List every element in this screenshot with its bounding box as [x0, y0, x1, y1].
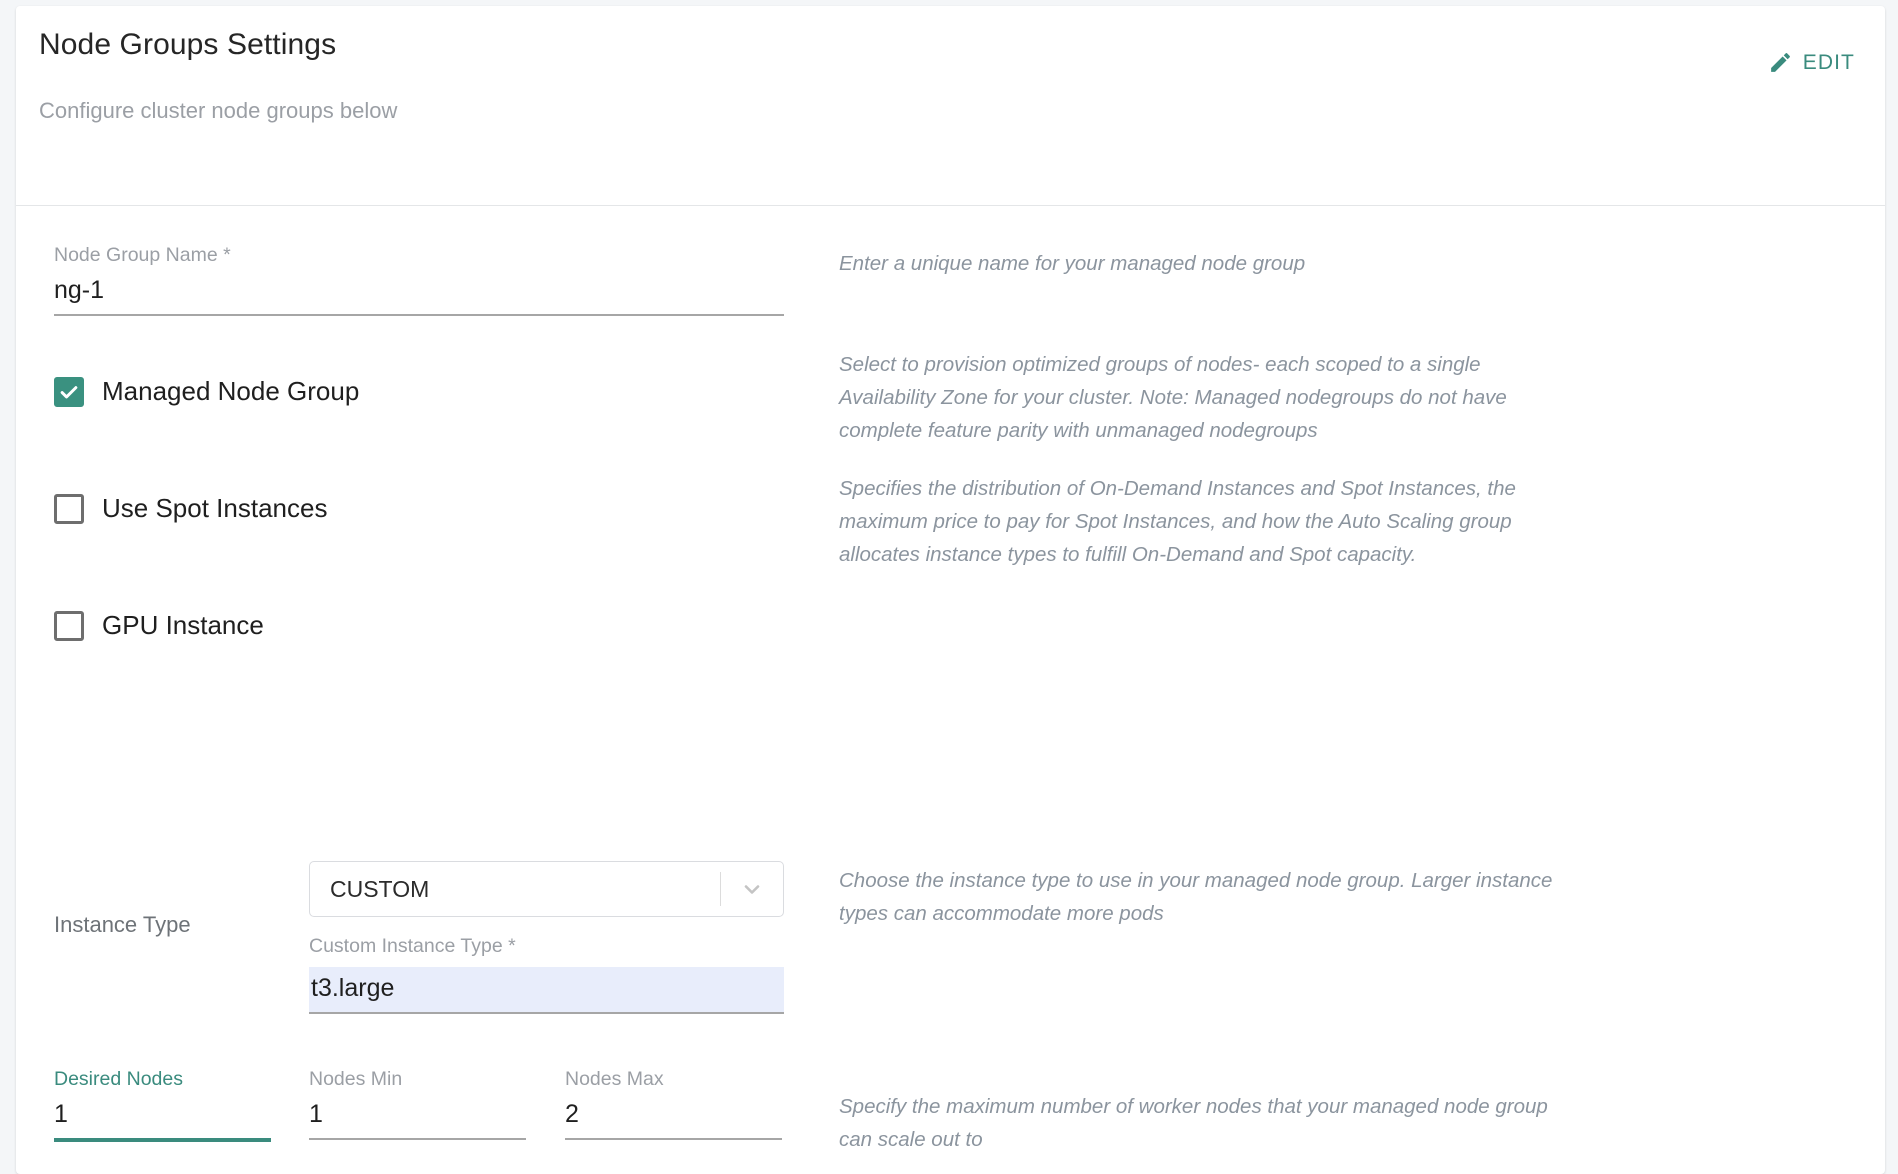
edit-button[interactable]: EDIT: [1762, 46, 1861, 79]
nodes-min-field: Nodes Min 1: [309, 1068, 526, 1140]
nodes-min-underline: [309, 1138, 526, 1140]
nodes-max-help: Specify the maximum number of worker nod…: [839, 1095, 1548, 1151]
instance-type-help: Choose the instance type to use in your …: [839, 869, 1553, 925]
node-group-name-label: Node Group Name *: [54, 244, 231, 266]
chevron-down-icon[interactable]: [721, 877, 783, 901]
use-spot-instances-checkbox-row[interactable]: Use Spot Instances: [54, 493, 327, 524]
nodes-min-label: Nodes Min: [309, 1068, 403, 1090]
card-body: Node Group Name * ng-1 Managed Node Grou…: [16, 206, 1885, 1166]
instance-type-label: Instance Type: [54, 912, 191, 937]
page-title: Node Groups Settings: [39, 28, 337, 61]
desired-nodes-input[interactable]: 1: [54, 1100, 271, 1138]
check-icon: [60, 385, 78, 398]
managed-node-group-label: Managed Node Group: [102, 376, 360, 406]
edit-button-label: EDIT: [1802, 50, 1855, 74]
nodes-max-field: Nodes Max 2: [565, 1068, 782, 1140]
nodes-max-underline: [565, 1138, 782, 1140]
instance-type-selected-value: CUSTOM: [330, 875, 430, 902]
custom-instance-type-underline: [309, 1012, 784, 1014]
desired-nodes-field: Desired Nodes 1: [54, 1068, 271, 1142]
managed-node-group-help: Select to provision optimized groups of …: [839, 353, 1507, 442]
gpu-instance-checkbox-row[interactable]: GPU Instance: [54, 610, 264, 641]
node-groups-settings-card: Node Groups Settings Configure cluster n…: [16, 6, 1885, 1174]
desired-nodes-label: Desired Nodes: [54, 1068, 183, 1090]
gpu-instance-label: GPU Instance: [102, 610, 264, 640]
nodes-max-input[interactable]: 2: [565, 1100, 782, 1138]
card-header: Node Groups Settings Configure cluster n…: [16, 6, 1885, 206]
use-spot-instances-label: Use Spot Instances: [102, 493, 328, 523]
custom-instance-type-field: Custom Instance Type * t3.large: [309, 935, 784, 1014]
node-group-name-input[interactable]: ng-1: [54, 276, 784, 314]
custom-instance-type-input[interactable]: t3.large: [309, 967, 784, 1012]
node-group-name-underline: [54, 314, 784, 316]
gpu-instance-checkbox[interactable]: [54, 610, 84, 641]
instance-type-select[interactable]: CUSTOM: [309, 861, 784, 917]
use-spot-instances-checkbox[interactable]: [54, 493, 84, 524]
managed-node-group-checkbox-row[interactable]: Managed Node Group: [54, 376, 359, 407]
node-group-name-field: Node Group Name * ng-1: [54, 244, 784, 316]
custom-instance-type-label: Custom Instance Type *: [309, 935, 516, 957]
managed-node-group-checkbox[interactable]: [54, 376, 84, 407]
pencil-icon: [1768, 50, 1793, 75]
desired-nodes-underline: [54, 1138, 271, 1142]
use-spot-instances-help: Specifies the distribution of On-Demand …: [839, 477, 1516, 566]
page-subtitle: Configure cluster node groups below: [39, 98, 398, 123]
nodes-max-label: Nodes Max: [565, 1068, 664, 1090]
node-group-name-help: Enter a unique name for your managed nod…: [839, 252, 1306, 275]
nodes-min-input[interactable]: 1: [309, 1100, 526, 1138]
